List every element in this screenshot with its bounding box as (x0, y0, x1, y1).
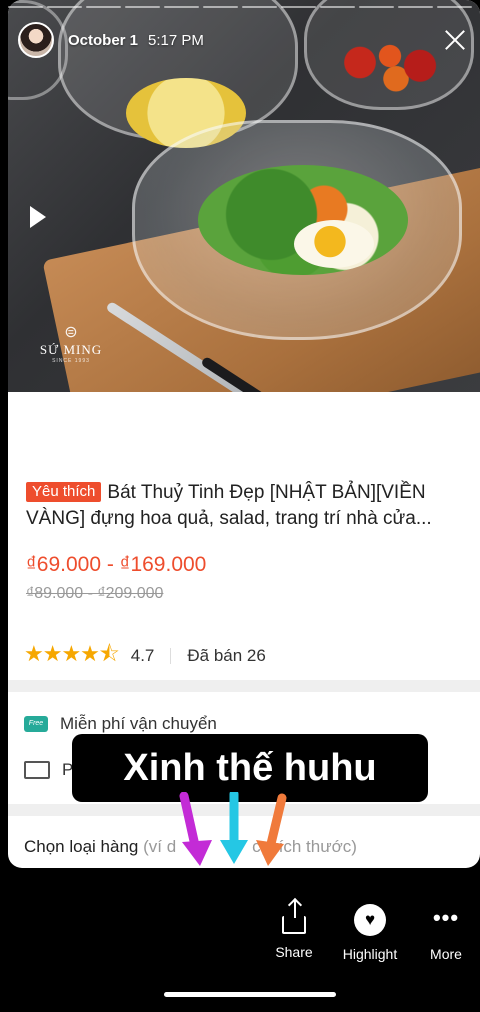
more-label: More (430, 946, 462, 962)
progress-segment (242, 6, 277, 8)
story-time: 5:17 PM (148, 31, 204, 49)
heart-icon: ♥ (354, 904, 386, 936)
variant-label: Chọn loại hàng (24, 837, 139, 856)
story-action-bar: Share ♥ Highlight ••• More (0, 900, 480, 1012)
free-shipping-icon: Free (24, 716, 48, 732)
progress-segment (398, 6, 433, 8)
rating-value: 4.7 (130, 646, 155, 665)
cyan-arrow-icon (220, 792, 248, 864)
progress-segment (359, 6, 394, 8)
divider (170, 648, 172, 664)
more-button[interactable]: ••• More (406, 904, 480, 962)
story-username[interactable]: October 1 (68, 32, 138, 49)
progress-segment (281, 6, 316, 8)
close-icon[interactable] (440, 25, 470, 55)
share-button[interactable]: Share (254, 900, 334, 960)
story-progress-bar (8, 6, 472, 9)
progress-segment (86, 6, 121, 8)
play-icon[interactable] (30, 206, 46, 228)
free-shipping-row[interactable]: Free Miễn phí vận chuyển (24, 714, 217, 734)
rating-row: ★★★★⯪ 4.7 Đã bán 26 (24, 637, 266, 675)
progress-segment (125, 6, 160, 8)
story-header: October 1 5:17 PM (18, 18, 470, 62)
free-shipping-text: Miễn phí vận chuyển (60, 714, 217, 733)
section-divider (8, 680, 480, 692)
original-price-range: ₫89.000 - ₫209.000 (26, 585, 164, 602)
favorite-badge: Yêu thích (26, 482, 102, 502)
orange-arrow-icon (256, 793, 287, 866)
highlight-label: Highlight (342, 946, 398, 962)
progress-segment (8, 6, 43, 8)
progress-segment (203, 6, 238, 8)
egg-slices (294, 220, 374, 268)
star-rating-icons: ★★★★⯪ (24, 641, 120, 666)
progress-segment (437, 6, 472, 8)
brand-mark-icon: ⊜ (64, 324, 78, 341)
progress-segment (320, 6, 355, 8)
progress-segment (164, 6, 199, 8)
product-title: Yêu thích Bát Thuỷ Tinh Đẹp [NHẬT BẢN][VI… (26, 480, 470, 532)
purple-arrow-icon (179, 792, 212, 866)
progress-segment (47, 6, 82, 8)
brand-logo: ⊜ SỨ MING SINCE 1993 (26, 324, 116, 364)
highlight-button[interactable]: ♥ Highlight (330, 904, 410, 962)
home-indicator[interactable] (164, 992, 336, 997)
share-icon (282, 900, 306, 934)
avatar[interactable] (18, 22, 54, 58)
sold-count: Đã bán 26 (187, 646, 266, 665)
share-label: Share (275, 944, 313, 960)
more-icon: ••• (432, 905, 460, 930)
price-range: ₫69.000 - ₫169.000 (26, 553, 207, 576)
arrow-stickers (179, 792, 287, 866)
delivery-row[interactable]: P (24, 760, 73, 780)
truck-icon (24, 761, 50, 779)
